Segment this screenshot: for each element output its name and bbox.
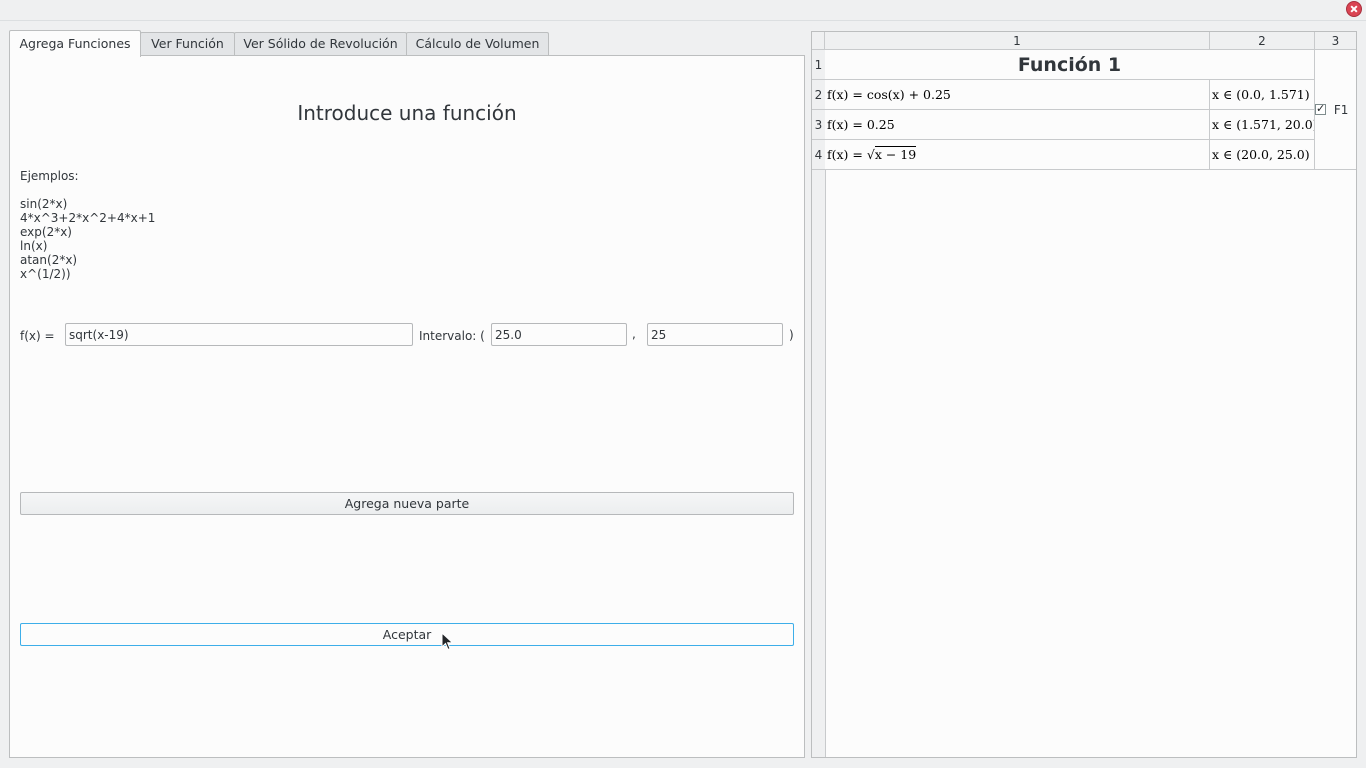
example-item: atan(2*x) — [20, 253, 78, 267]
interval-cell[interactable]: x ∈ (20.0, 25.0) — [1210, 140, 1315, 170]
tab-ver-funcion[interactable]: Ver Función — [140, 32, 235, 55]
interval-cell[interactable]: x ∈ (0.0, 1.571) — [1210, 80, 1315, 110]
example-item: x^(1/2)) — [20, 267, 71, 281]
column-header[interactable]: 3 — [1315, 32, 1356, 50]
function-table[interactable]: 1 2 3 1 2 3 4 Función 1 f(x) = cos(x) + … — [811, 31, 1357, 758]
function-input[interactable] — [65, 323, 413, 346]
tab-agrega-funciones[interactable]: Agrega Funciones — [9, 30, 141, 57]
row-header[interactable]: 1 — [812, 50, 825, 80]
function-prefix: f(x) = √ — [827, 147, 875, 162]
example-item: sin(2*x) — [20, 197, 68, 211]
corner-header — [812, 32, 825, 50]
function-cell[interactable]: f(x) = √x − 19 — [825, 140, 1210, 170]
interval-comma: , — [632, 327, 636, 341]
examples-label: Ejemplos: — [20, 169, 79, 183]
interval-cell[interactable]: x ∈ (1.571, 20.0) — [1210, 110, 1315, 140]
interval-end-input[interactable] — [647, 323, 783, 346]
f1-checkbox-label: F1 — [1333, 102, 1349, 117]
fx-label: f(x) = — [20, 329, 55, 343]
function-cell[interactable]: f(x) = cos(x) + 0.25 — [825, 80, 1210, 110]
function-title-cell[interactable]: Función 1 — [825, 50, 1315, 80]
function-expression: cos(x) + 0.25 — [866, 87, 951, 102]
example-item: exp(2*x) — [20, 225, 72, 239]
examples-list: sin(2*x) 4*x^3+2*x^2+4*x+1 exp(2*x) ln(x… — [20, 197, 155, 281]
example-item: 4*x^3+2*x^2+4*x+1 — [20, 211, 156, 225]
function-expression: x − 19 — [874, 146, 917, 162]
title-bar — [0, 0, 1366, 21]
row-header[interactable]: 4 — [812, 140, 825, 170]
interval-label: Intervalo: ( — [419, 329, 485, 343]
function-prefix: f(x) = — [827, 117, 867, 132]
page-title: Introduce una función — [297, 101, 517, 125]
column-header[interactable]: 1 — [825, 32, 1210, 50]
function-prefix: f(x) = — [827, 87, 867, 102]
tab-ver-solido[interactable]: Ver Sólido de Revolución — [234, 32, 407, 55]
accept-button[interactable]: Aceptar — [20, 623, 794, 646]
function-cell[interactable]: f(x) = 0.25 — [825, 110, 1210, 140]
tab-calculo-volumen[interactable]: Cálculo de Volumen — [406, 32, 549, 55]
tab-panel — [9, 55, 805, 758]
interval-start-input[interactable] — [491, 323, 627, 346]
mouse-cursor-icon — [441, 632, 454, 651]
interval-close-paren: ) — [789, 328, 794, 342]
visibility-cell[interactable]: F1 — [1315, 50, 1356, 170]
function-expression: 0.25 — [866, 117, 895, 132]
f1-checkbox[interactable] — [1315, 102, 1326, 115]
column-header[interactable]: 2 — [1210, 32, 1315, 50]
close-icon[interactable] — [1346, 1, 1362, 17]
add-part-button[interactable]: Agrega nueva parte — [20, 492, 794, 515]
example-item: ln(x) — [20, 239, 48, 253]
